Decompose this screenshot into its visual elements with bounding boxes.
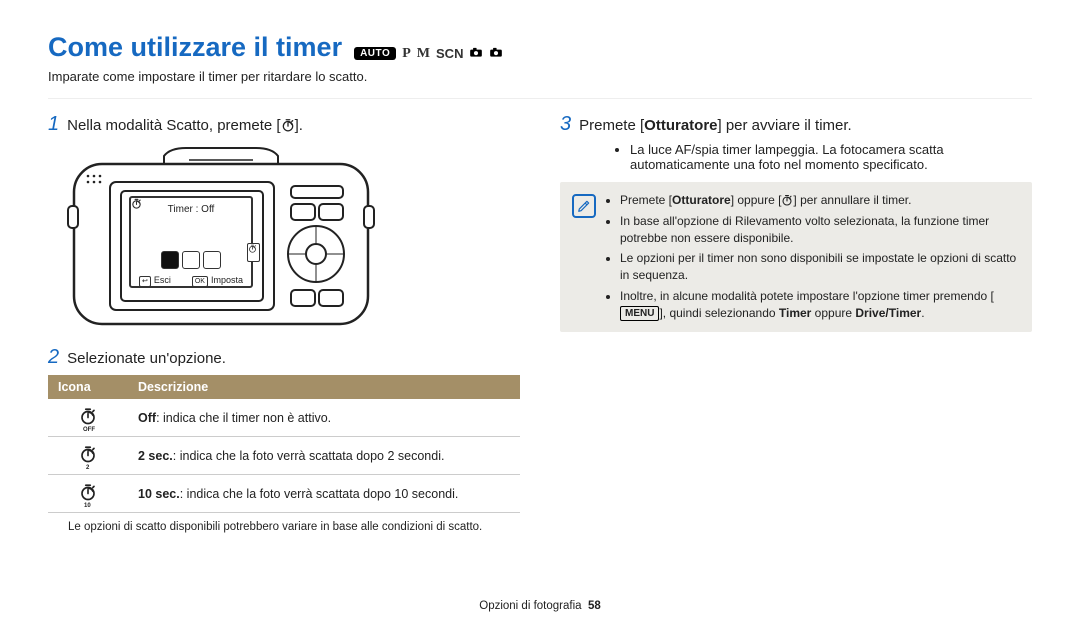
- timer-icon: [281, 118, 295, 132]
- step-3-sublist: La luce AF/spia timer lampeggia. La foto…: [590, 142, 1032, 172]
- lcd-ok-key: OK: [192, 276, 208, 287]
- table-footnote: Le opzioni di scatto disponibili potrebb…: [48, 513, 520, 533]
- step-3-post: ] per avviare il timer.: [718, 117, 852, 134]
- timer-icon: [781, 194, 793, 206]
- lcd-back: Esci: [154, 275, 171, 285]
- mode-magic-icon: [469, 45, 483, 62]
- note-box: Premete [Otturatore] oppure [] per annul…: [560, 182, 1032, 332]
- table-row: OFF Off: indica che il timer non è attiv…: [48, 399, 520, 437]
- page-subtitle: Imparate come impostare il timer per rit…: [48, 69, 1032, 84]
- step-3-num: 3: [560, 113, 571, 136]
- table-row: 2 2 sec.: indica che la foto verrà scatt…: [48, 437, 520, 475]
- step-2-num: 2: [48, 346, 59, 369]
- icon-10s: 10: [79, 483, 97, 504]
- lcd-title: Timer : Off: [137, 202, 245, 215]
- mode-m: M: [417, 46, 430, 62]
- mode-scn: SCN: [436, 46, 463, 61]
- step-1-end: ].: [295, 117, 303, 134]
- mode-auto-badge: AUTO: [354, 47, 396, 60]
- divider: [48, 98, 1032, 99]
- step-2: 2 Selezionate un'opzione.: [48, 346, 520, 369]
- step-3-pre: Premete [: [579, 117, 644, 134]
- th-desc: Descrizione: [128, 375, 520, 399]
- mode-p: P: [402, 46, 411, 62]
- menu-key: MENU: [620, 306, 659, 321]
- table-row: 10 10 sec.: indica che la foto verrà sca…: [48, 475, 520, 513]
- footer-page: 58: [588, 600, 601, 612]
- step-2-text: Selezionate un'opzione.: [67, 350, 226, 367]
- step-3-bold: Otturatore: [644, 117, 717, 134]
- footer: Opzioni di fotografia 58: [0, 600, 1080, 612]
- step-3: 3 Premete [Otturatore] per avviare il ti…: [560, 113, 1032, 136]
- note-item: In base all'opzione di Rilevamento volto…: [620, 213, 1018, 247]
- lcd-back-key: ↩: [139, 276, 151, 287]
- step-1-num: 1: [48, 113, 59, 136]
- step-1: 1 Nella modalità Scatto, premete [].: [48, 113, 520, 136]
- step-1-text: Nella modalità Scatto, premete [: [67, 117, 280, 134]
- mode-movie-icon: [489, 45, 503, 62]
- footer-section: Opzioni di fotografia: [479, 600, 581, 612]
- mode-row: AUTO P M SCN: [354, 45, 503, 62]
- camera-lcd: Timer : Off ↩Esci OKImposta: [129, 196, 253, 288]
- page-title: Come utilizzare il timer: [48, 32, 342, 63]
- note-item: Inoltre, in alcune modalità potete impos…: [620, 288, 1018, 322]
- icon-off: OFF: [79, 407, 97, 428]
- th-icon: Icona: [48, 375, 128, 399]
- note-item: Premete [Otturatore] oppure [] per annul…: [620, 192, 1018, 209]
- dpad-right-timer-icon: [247, 243, 260, 262]
- camera-illustration: Timer : Off ↩Esci OKImposta: [66, 146, 376, 332]
- lcd-ok: Imposta: [211, 275, 243, 285]
- icon-2s: 2: [79, 445, 97, 466]
- list-item: La luce AF/spia timer lampeggia. La foto…: [630, 142, 1032, 172]
- note-icon: [572, 194, 596, 218]
- title-row: Come utilizzare il timer AUTO P M SCN: [48, 32, 1032, 63]
- lcd-options: [137, 251, 245, 269]
- options-table: Icona Descrizione OFF Off: indica che il…: [48, 375, 520, 513]
- note-item: Le opzioni per il timer non sono disponi…: [620, 250, 1018, 284]
